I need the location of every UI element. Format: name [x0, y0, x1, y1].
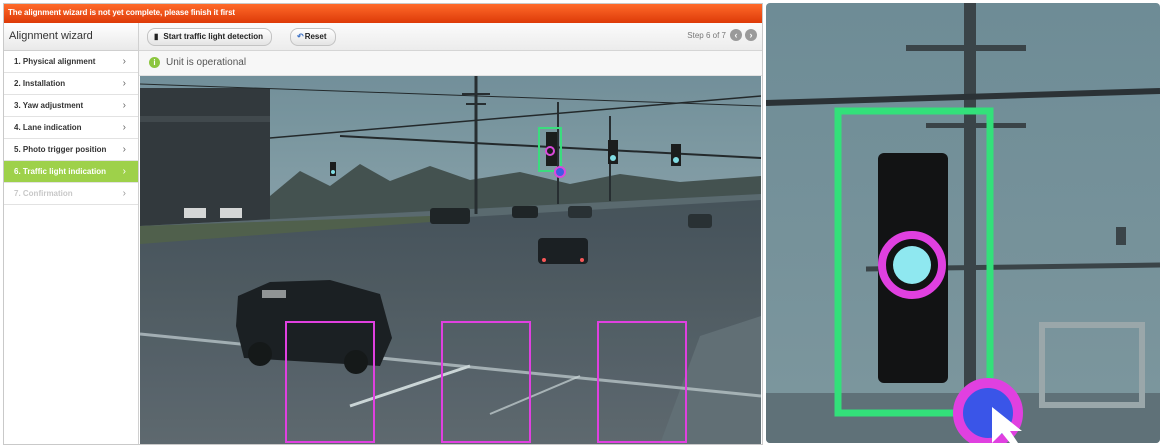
- warning-text: The alignment wizard is not yet complete…: [8, 8, 235, 17]
- sidebar-item-label: 4. Lane indication: [14, 123, 82, 132]
- traffic-light-icon: ▮: [154, 32, 159, 41]
- sidebar-item-yaw-adjustment[interactable]: 3. Yaw adjustment ›: [4, 95, 138, 117]
- reset-button-label: Reset: [304, 32, 327, 41]
- sidebar-item-lane-indication[interactable]: 4. Lane indication ›: [4, 117, 138, 139]
- chevron-right-icon: ›: [122, 78, 126, 89]
- start-traffic-light-detection-button[interactable]: ▮ Start traffic light detection: [147, 28, 272, 46]
- sidebar-title: Alignment wizard: [4, 23, 138, 51]
- camera-view[interactable]: [140, 76, 761, 444]
- step-indicator: Step 6 of 7: [687, 31, 726, 40]
- alignment-wizard-window: The alignment wizard is not yet complete…: [3, 3, 763, 445]
- reset-icon: ↶: [297, 32, 304, 41]
- zoomed-image: [766, 3, 1160, 443]
- sidebar-item-label: 3. Yaw adjustment: [14, 101, 84, 110]
- reset-button[interactable]: ↶Reset: [290, 28, 336, 46]
- warning-bar: The alignment wizard is not yet complete…: [4, 4, 762, 23]
- sidebar-item-label: 1. Physical alignment: [14, 57, 96, 66]
- sidebar-item-physical-alignment[interactable]: 1. Physical alignment ›: [4, 51, 138, 73]
- chevron-right-icon: ›: [122, 56, 126, 67]
- chevron-right-icon: ›: [122, 188, 126, 199]
- camera-image: [140, 76, 761, 444]
- info-icon: i: [149, 57, 160, 68]
- sidebar-item-traffic-light-indication[interactable]: 6. Traffic light indication ›: [4, 161, 138, 183]
- chevron-right-icon[interactable]: ›: [745, 29, 757, 41]
- sidebar-item-photo-trigger-position[interactable]: 5. Photo trigger position ›: [4, 139, 138, 161]
- chevron-right-icon: ›: [122, 144, 126, 155]
- status-bar: i Unit is operational: [139, 51, 762, 76]
- status-text: Unit is operational: [166, 57, 247, 68]
- zoomed-traffic-light-view: [766, 3, 1160, 443]
- chevron-left-icon[interactable]: ‹: [730, 29, 742, 41]
- chevron-right-icon: ›: [122, 166, 126, 177]
- sidebar-item-installation[interactable]: 2. Installation ›: [4, 73, 138, 95]
- sidebar-item-label: 2. Installation: [14, 79, 66, 88]
- toolbar: ▮ Start traffic light detection ↶Reset St…: [139, 23, 762, 51]
- chevron-right-icon: ›: [122, 100, 126, 111]
- chevron-right-icon: ›: [122, 122, 126, 133]
- sidebar-item-confirmation: 7. Confirmation ›: [4, 183, 138, 205]
- start-button-label: Start traffic light detection: [163, 32, 263, 41]
- wizard-sidebar: Alignment wizard 1. Physical alignment › …: [4, 23, 139, 444]
- sidebar-item-label: 5. Photo trigger position: [14, 145, 107, 154]
- sidebar-item-label: 7. Confirmation: [14, 189, 73, 198]
- sidebar-item-label: 6. Traffic light indication: [14, 167, 107, 176]
